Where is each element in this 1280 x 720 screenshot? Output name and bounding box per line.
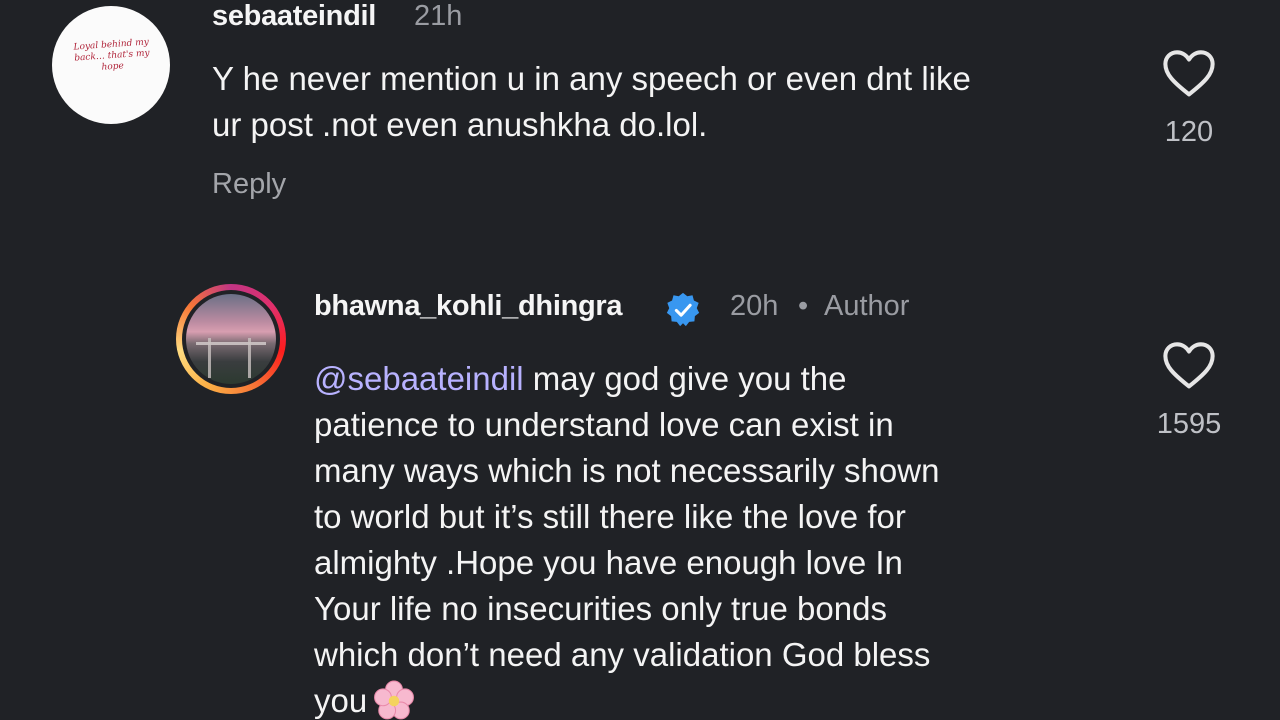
reply-button[interactable]: Reply	[212, 168, 286, 201]
mention-link[interactable]: @sebaateindil	[314, 360, 524, 397]
comment-time: 21h	[414, 0, 463, 32]
comment-item: Loyal behind my back… that's my hope seb…	[0, 0, 1280, 240]
like-count: 120	[1164, 116, 1214, 148]
comment-text: @sebaateindil may god give you the patie…	[314, 356, 1114, 720]
avatar-photo	[186, 294, 276, 384]
comment-text: Y he never mention u in any speech or ev…	[212, 60, 971, 143]
avatar[interactable]: Loyal behind my back… that's my hope	[52, 6, 170, 124]
author-label: Author	[824, 290, 910, 322]
avatar-post	[208, 338, 211, 378]
like-count: 1595	[1156, 408, 1222, 440]
avatar-post	[248, 338, 251, 378]
comment-time: 20h	[730, 290, 779, 322]
heart-icon[interactable]	[1162, 340, 1216, 390]
meta-separator: •	[798, 290, 809, 322]
comment-username[interactable]: bhawna_kohli_dhingra	[314, 290, 623, 323]
avatar-rail	[196, 342, 266, 345]
comment-body: may god give you the patience to underst…	[314, 360, 940, 719]
comment-username[interactable]: sebaateindil	[212, 0, 376, 33]
heart-icon[interactable]	[1162, 48, 1216, 98]
avatar[interactable]	[182, 290, 280, 388]
avatar-handwriting: Loyal behind my back… that's my hope	[73, 37, 150, 73]
comments-screen: Loyal behind my back… that's my hope seb…	[0, 0, 1280, 720]
verified-badge-icon	[666, 292, 700, 327]
cherry-blossom-icon	[374, 680, 415, 720]
